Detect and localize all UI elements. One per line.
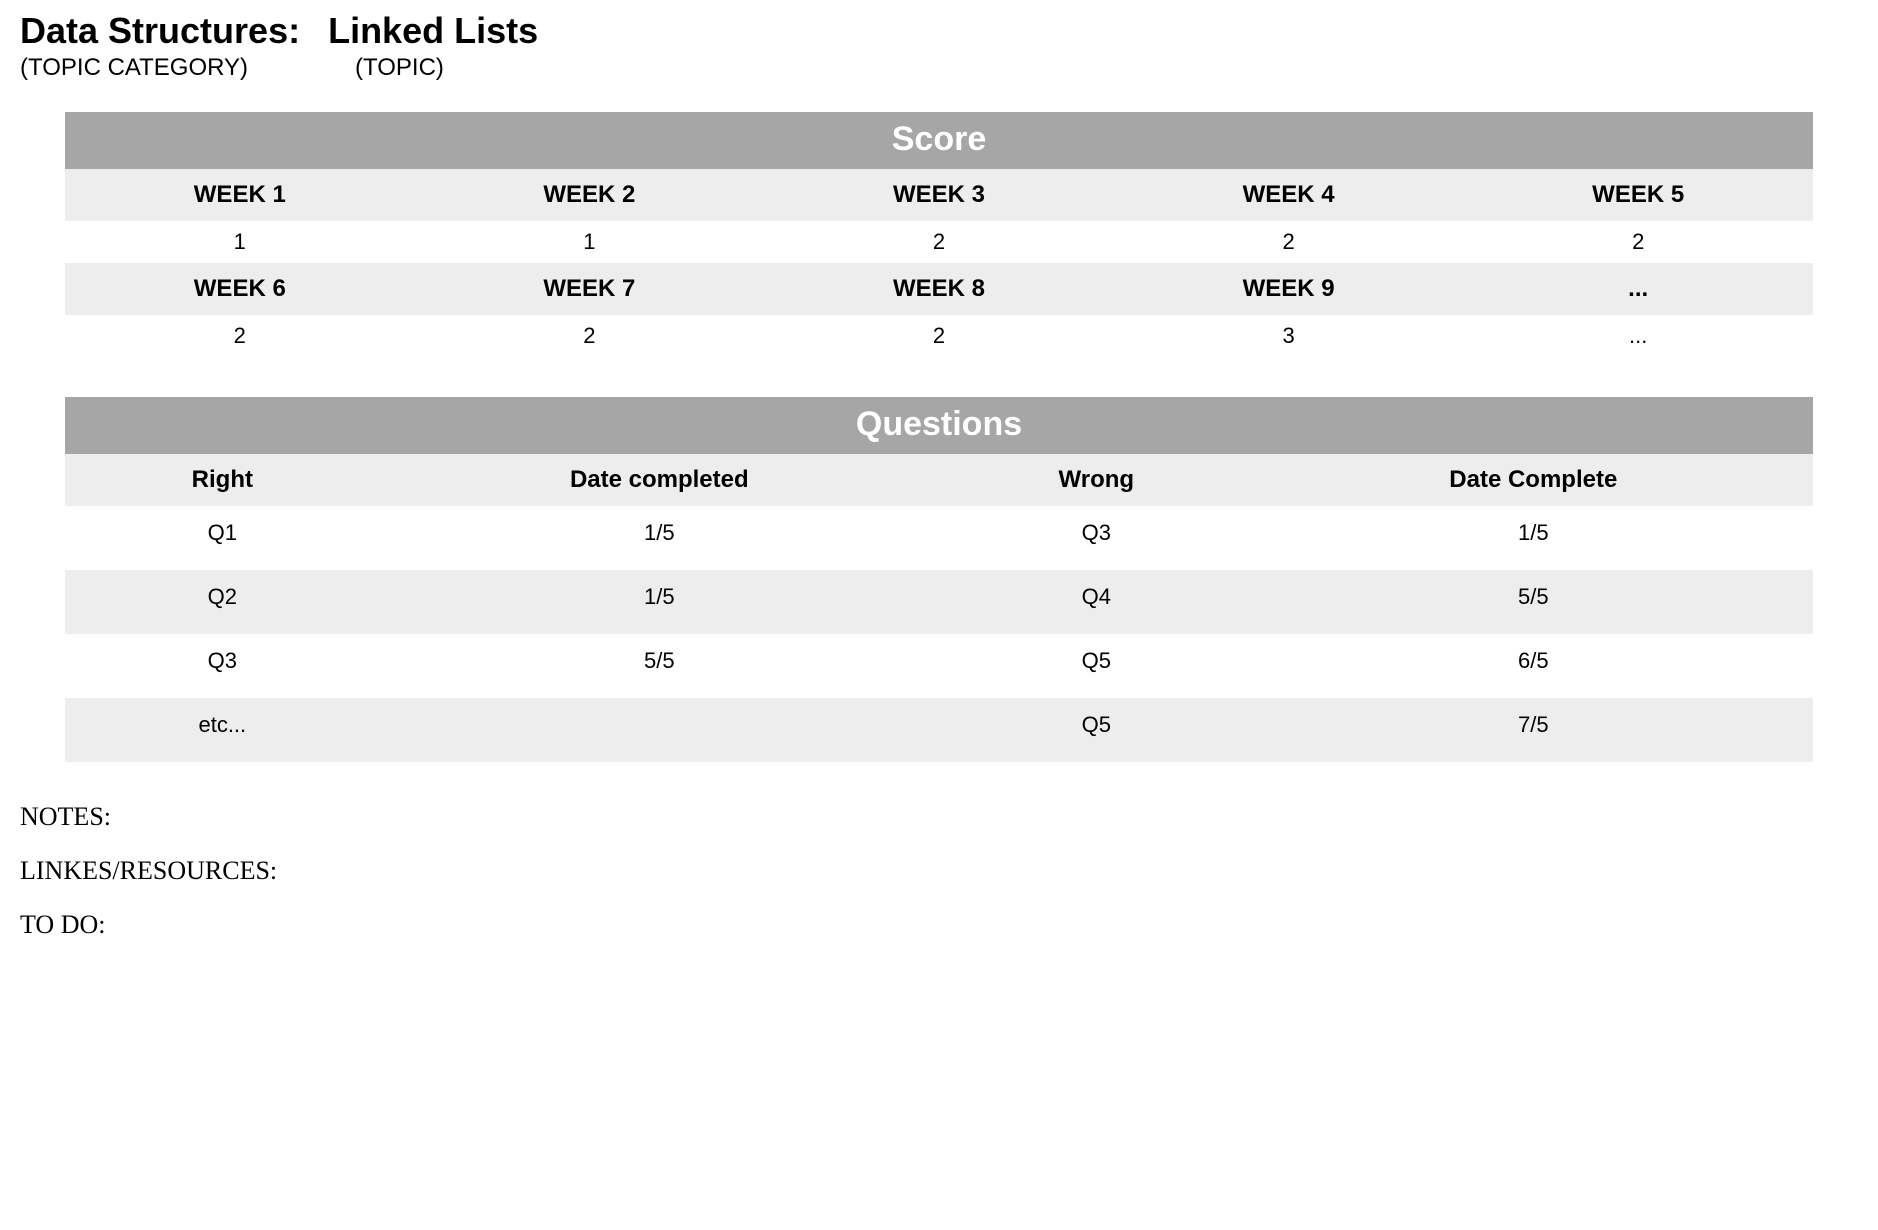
topic-title: Linked Lists [328,10,538,52]
question-right: Q1 [65,506,380,570]
score-value: 2 [1114,221,1464,263]
column-header-date-completed: Date completed [380,454,939,506]
score-value: 1 [65,221,415,263]
question-date-wrong: 6/5 [1254,634,1813,698]
column-header-date-complete: Date Complete [1254,454,1813,506]
notes-label: NOTES: [20,802,1858,832]
topic-label: (TOPIC) [355,54,444,82]
topic-category-title: Data Structures: [20,10,300,52]
score-table-title: Score [65,112,1813,169]
question-date-right: 1/5 [380,570,939,634]
questions-header-row: Right Date completed Wrong Date Complete [65,454,1813,506]
week-header: ... [1463,263,1813,315]
question-right: Q3 [65,634,380,698]
question-wrong: Q3 [939,506,1254,570]
question-date-right [380,698,939,762]
question-wrong: Q5 [939,634,1254,698]
todo-label: TO DO: [20,910,1858,940]
score-values-row-2: 2 2 2 3 ... [65,315,1813,357]
score-weeks-row-1: WEEK 1 WEEK 2 WEEK 3 WEEK 4 WEEK 5 [65,169,1813,221]
question-wrong: Q4 [939,570,1254,634]
score-value: 2 [415,315,765,357]
week-header: WEEK 8 [764,263,1114,315]
score-value: ... [1463,315,1813,357]
question-row: etc... Q5 7/5 [65,698,1813,762]
question-row: Q3 5/5 Q5 6/5 [65,634,1813,698]
question-date-right: 5/5 [380,634,939,698]
question-row: Q1 1/5 Q3 1/5 [65,506,1813,570]
title-line: Data Structures: Linked Lists [20,10,1858,52]
question-right: etc... [65,698,380,762]
question-date-wrong: 1/5 [1254,506,1813,570]
week-header: WEEK 9 [1114,263,1464,315]
links-resources-label: LINKES/RESOURCES: [20,856,1858,886]
score-value: 2 [1463,221,1813,263]
footer-labels: NOTES: LINKES/RESOURCES: TO DO: [20,802,1858,940]
question-right: Q2 [65,570,380,634]
score-value: 2 [764,315,1114,357]
week-header: WEEK 2 [415,169,765,221]
score-values-row-1: 1 1 2 2 2 [65,221,1813,263]
column-header-right: Right [65,454,380,506]
questions-table-title: Questions [65,397,1813,454]
subtitle-line: (TOPIC CATEGORY) (TOPIC) [20,54,1858,82]
score-value: 2 [65,315,415,357]
column-header-wrong: Wrong [939,454,1254,506]
score-value: 2 [764,221,1114,263]
score-table: Score WEEK 1 WEEK 2 WEEK 3 WEEK 4 WEEK 5… [65,112,1813,357]
week-header: WEEK 7 [415,263,765,315]
question-row: Q2 1/5 Q4 5/5 [65,570,1813,634]
week-header: WEEK 6 [65,263,415,315]
page-header: Data Structures: Linked Lists (TOPIC CAT… [20,10,1858,82]
question-date-wrong: 7/5 [1254,698,1813,762]
week-header: WEEK 1 [65,169,415,221]
question-wrong: Q5 [939,698,1254,762]
score-weeks-row-2: WEEK 6 WEEK 7 WEEK 8 WEEK 9 ... [65,263,1813,315]
week-header: WEEK 4 [1114,169,1464,221]
score-value: 3 [1114,315,1464,357]
question-date-right: 1/5 [380,506,939,570]
topic-category-label: (TOPIC CATEGORY) [20,54,355,82]
questions-table: Questions Right Date completed Wrong Dat… [65,397,1813,762]
question-date-wrong: 5/5 [1254,570,1813,634]
week-header: WEEK 5 [1463,169,1813,221]
week-header: WEEK 3 [764,169,1114,221]
score-value: 1 [415,221,765,263]
